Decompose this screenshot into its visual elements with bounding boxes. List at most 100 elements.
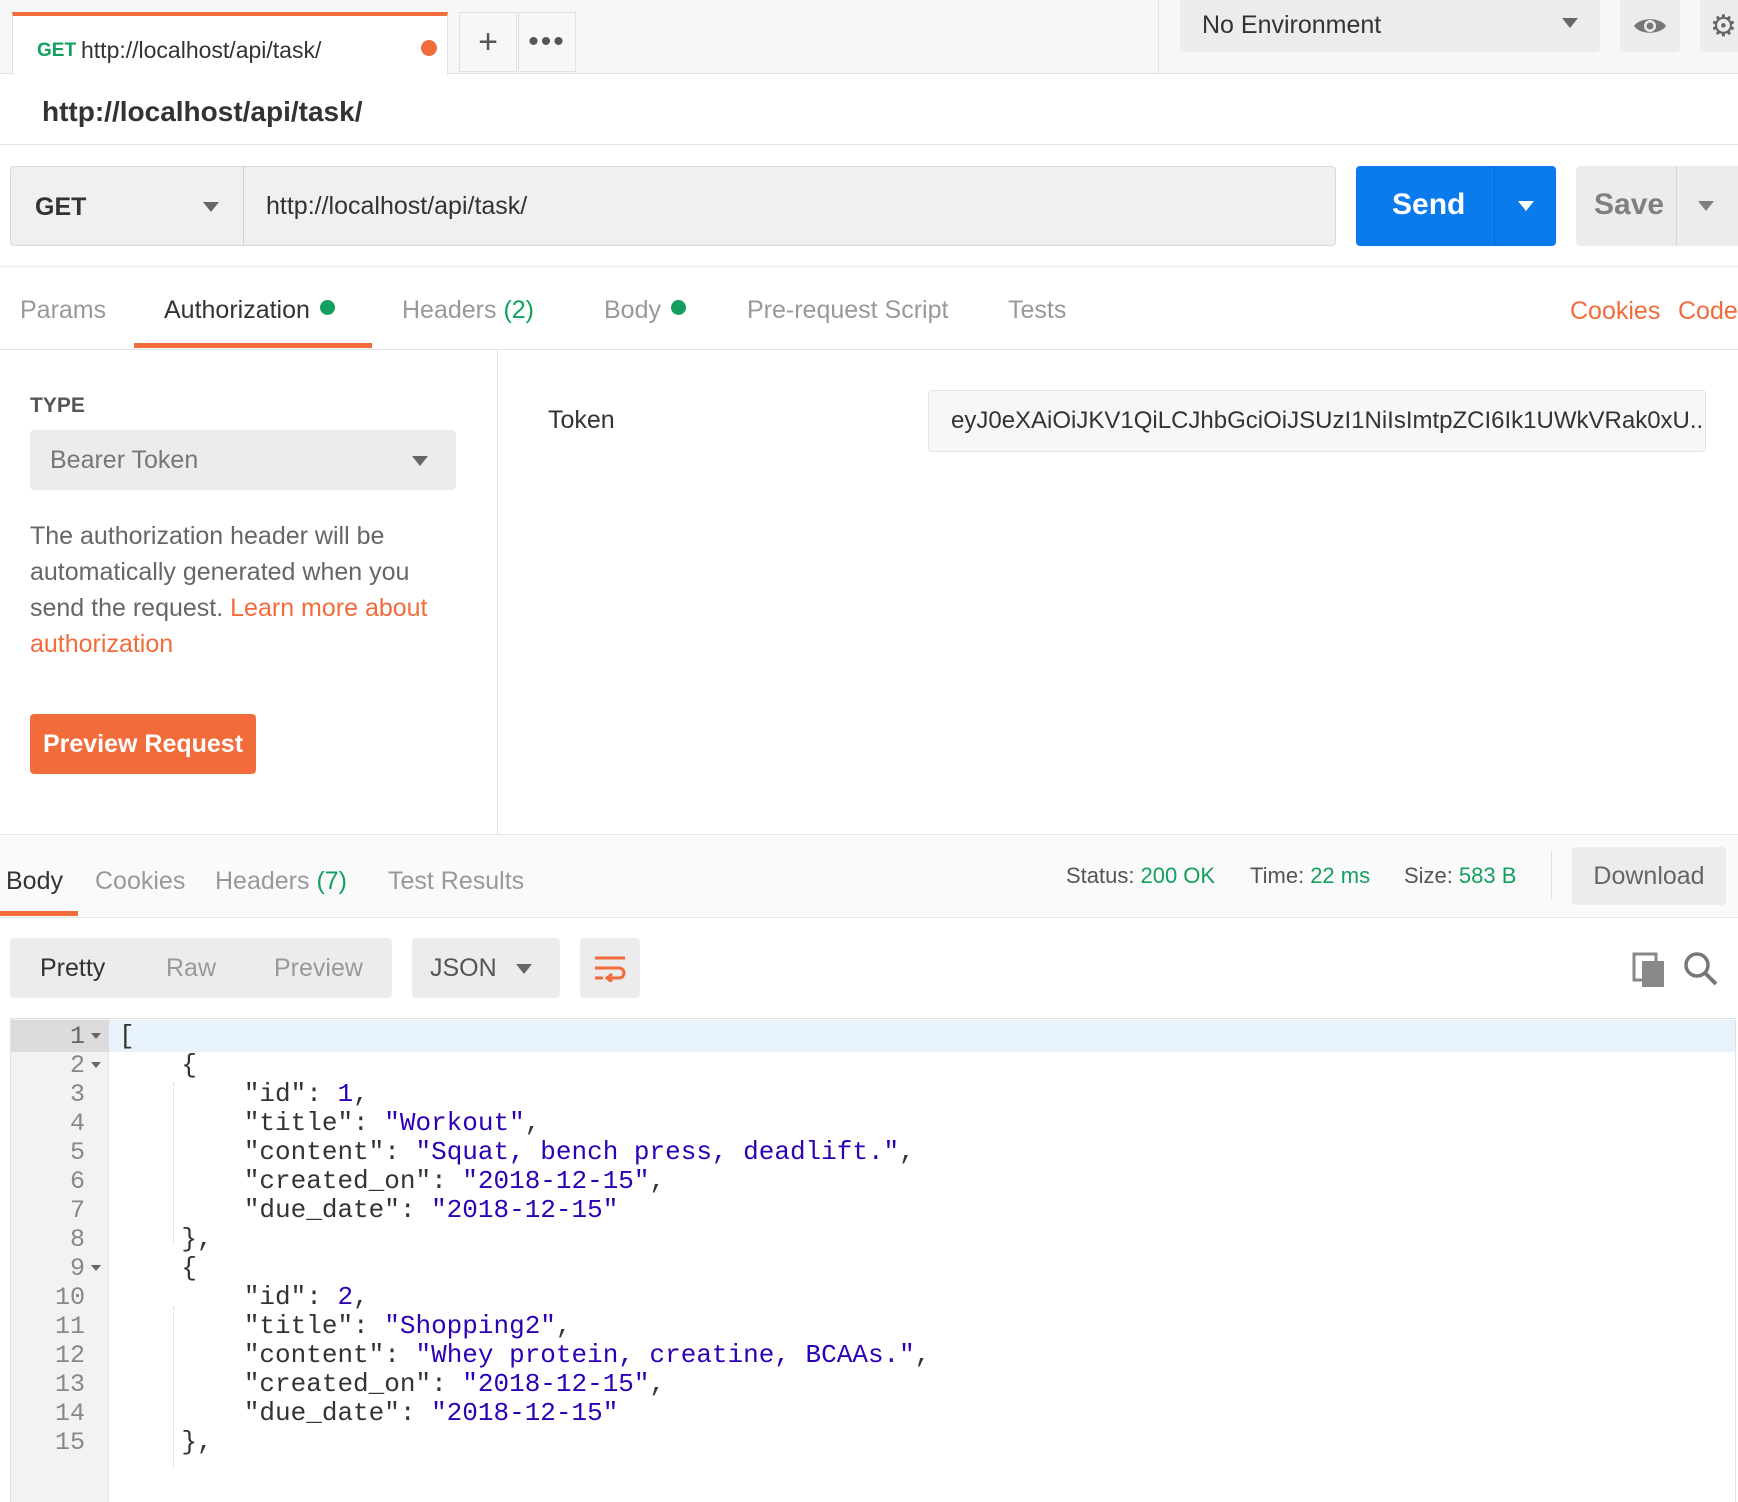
environment-select[interactable]: No Environment xyxy=(1180,0,1600,52)
code-text: { xyxy=(119,1253,198,1283)
auth-description: The authorization header will be automat… xyxy=(30,518,470,662)
divider xyxy=(0,144,1738,145)
new-tab-button[interactable]: + xyxy=(459,12,517,72)
view-pretty-button[interactable]: Pretty xyxy=(40,954,105,983)
method-select[interactable]: GET xyxy=(10,166,244,246)
view-raw-button[interactable]: Raw xyxy=(166,954,216,983)
code-text: "due_date": "2018-12-15" xyxy=(243,1398,619,1428)
code-text: [ xyxy=(119,1021,135,1051)
divider xyxy=(1494,166,1495,246)
environment-quick-look-button[interactable] xyxy=(1620,0,1680,52)
tab-test-results[interactable]: Test Results xyxy=(388,867,524,896)
settings-button[interactable]: ⚙ xyxy=(1700,0,1738,52)
tab-params[interactable]: Params xyxy=(20,296,106,325)
download-button[interactable]: Download xyxy=(1572,847,1726,905)
response-headers-count-badge: (7) xyxy=(316,867,348,895)
size-value[interactable]: 583 B xyxy=(1459,863,1517,888)
tab-response-headers[interactable]: Headers (7) xyxy=(215,867,347,896)
tab-headers[interactable]: Headers (2) xyxy=(402,296,534,325)
tab-response-headers-label: Headers xyxy=(215,867,310,895)
fold-toggle-icon[interactable] xyxy=(91,1062,101,1068)
headers-count-badge: (2) xyxy=(503,296,535,324)
cookies-link[interactable]: Cookies xyxy=(1570,297,1660,326)
request-tab-url: http://localhost/api/task/ xyxy=(81,37,322,63)
line-number: 12 xyxy=(54,1341,85,1370)
fold-toggle-icon[interactable] xyxy=(91,1265,101,1271)
code-line: 2 { xyxy=(11,1049,1735,1081)
response-body-editor[interactable]: 1[2 {3 "id": 1, 4 "title": "Workout", 5 "c… xyxy=(10,1018,1736,1502)
chevron-down-icon[interactable] xyxy=(1518,201,1534,211)
method-select-label: GET xyxy=(35,193,87,221)
request-tab-method: GET xyxy=(37,40,77,61)
code-line: 9 { xyxy=(11,1252,1735,1284)
code-line: 1[ xyxy=(11,1020,1735,1052)
code-text: { xyxy=(119,1050,198,1080)
unsaved-dot-icon xyxy=(421,40,437,56)
send-button[interactable]: Send xyxy=(1356,166,1556,246)
active-tab-indicator xyxy=(0,911,78,916)
chevron-down-icon xyxy=(1562,18,1578,28)
active-dot-icon xyxy=(319,300,335,315)
format-select[interactable]: JSON xyxy=(412,938,560,998)
tab-prerequest-script[interactable]: Pre-request Script xyxy=(747,296,948,325)
tab-body[interactable]: Body xyxy=(604,296,686,325)
gear-icon: ⚙ xyxy=(1710,9,1737,43)
more-tabs-button[interactable]: ••• xyxy=(518,12,576,72)
code-line: 12 "content": "Whey protein, creatine, B… xyxy=(11,1339,1735,1371)
view-preview-button[interactable]: Preview xyxy=(274,954,363,983)
line-number: 13 xyxy=(54,1370,85,1399)
code-text: "content": "Whey protein, creatine, BCAA… xyxy=(243,1340,931,1370)
chevron-down-icon xyxy=(516,964,532,974)
tab-response-cookies[interactable]: Cookies xyxy=(95,867,185,896)
tab-tests[interactable]: Tests xyxy=(1008,296,1066,325)
line-number: 7 xyxy=(69,1196,85,1225)
chevron-down-icon xyxy=(412,456,428,466)
size-label: Size: xyxy=(1404,863,1453,888)
time-value[interactable]: 22 ms xyxy=(1310,863,1370,888)
code-link[interactable]: Code xyxy=(1678,297,1738,326)
line-number: 5 xyxy=(69,1138,85,1167)
save-button[interactable]: Save xyxy=(1576,166,1738,246)
line-number: 15 xyxy=(54,1428,85,1457)
code-text: "id": 2, xyxy=(243,1282,369,1312)
tab-response-body[interactable]: Body xyxy=(6,867,63,896)
active-dot-icon xyxy=(670,300,686,315)
preview-request-button[interactable]: Preview Request xyxy=(30,714,256,774)
search-icon[interactable] xyxy=(1680,948,1720,988)
divider xyxy=(1676,166,1677,246)
status-readout: Status: 200 OK xyxy=(1066,863,1215,889)
chevron-down-icon[interactable] xyxy=(1698,201,1714,211)
code-line: 8 }, xyxy=(11,1223,1735,1255)
environment-select-label: No Environment xyxy=(1202,11,1382,39)
code-line: 3 "id": 1, xyxy=(11,1078,1735,1110)
code-line: 10 "id": 2, xyxy=(11,1281,1735,1313)
code-line: 14 "due_date": "2018-12-15" xyxy=(11,1397,1735,1429)
status-badge[interactable]: 200 OK xyxy=(1140,863,1215,888)
auth-type-select[interactable]: Bearer Token xyxy=(30,430,456,490)
format-select-label: JSON xyxy=(430,954,497,982)
code-text: "created_on": "2018-12-15", xyxy=(243,1369,666,1399)
wrap-lines-button[interactable] xyxy=(580,938,640,998)
line-number: 8 xyxy=(69,1225,85,1254)
active-tab-indicator xyxy=(134,343,372,348)
send-button-label: Send xyxy=(1392,188,1466,221)
code-line: 7 "due_date": "2018-12-15" xyxy=(11,1194,1735,1226)
copy-icon[interactable] xyxy=(1630,950,1670,990)
size-readout: Size: 583 B xyxy=(1404,863,1516,889)
code-line: 15 }, xyxy=(11,1426,1735,1458)
code-text: "content": "Squat, bench press, deadlift… xyxy=(243,1137,915,1167)
line-number: 2 xyxy=(69,1051,85,1080)
tab-authorization-label: Authorization xyxy=(164,296,310,324)
code-text: "title": "Shopping2", xyxy=(243,1311,572,1341)
token-input[interactable] xyxy=(928,390,1706,452)
fold-toggle-icon[interactable] xyxy=(91,1033,101,1039)
time-label: Time: xyxy=(1250,863,1305,888)
url-input[interactable] xyxy=(243,166,1336,246)
plus-icon: + xyxy=(478,22,498,61)
code-text: }, xyxy=(119,1427,213,1457)
tab-authorization[interactable]: Authorization xyxy=(164,296,335,325)
code-text: "title": "Workout", xyxy=(243,1108,541,1138)
request-tab[interactable]: GET http://localhost/api/task/ xyxy=(12,12,448,75)
line-number: 6 xyxy=(69,1167,85,1196)
code-text: "created_on": "2018-12-15", xyxy=(243,1166,666,1196)
